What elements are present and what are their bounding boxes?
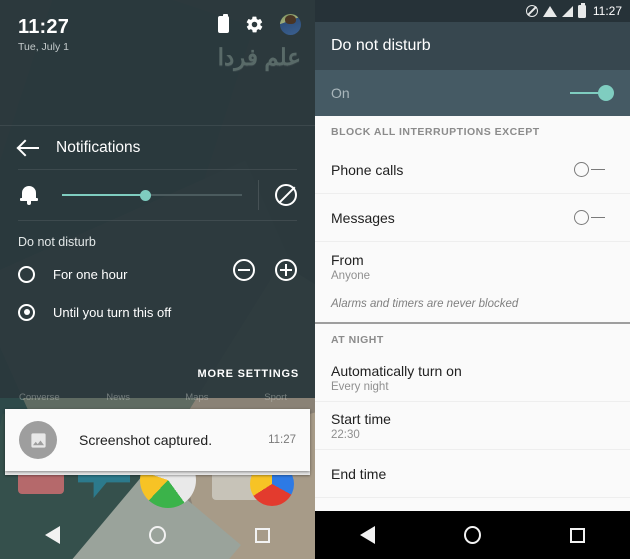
quick-settings-icons (218, 14, 301, 35)
left-navigation-bar (0, 511, 315, 559)
row-subtitle: 22:30 (331, 428, 360, 441)
quick-settings-header: 11:27 Tue, July 1 علم فردا (0, 0, 315, 125)
row-subtitle: Anyone (331, 270, 371, 282)
row-automatically-turn-on[interactable]: Automatically turn on Every night (315, 354, 630, 402)
gear-icon[interactable] (245, 15, 264, 34)
master-toggle-row[interactable]: On (315, 70, 630, 116)
home-nav-icon[interactable] (463, 526, 481, 544)
row-title: Start time (331, 410, 391, 427)
messages-switch[interactable] (574, 210, 614, 225)
row-title: Phone calls (331, 161, 404, 178)
volume-row (0, 170, 315, 220)
phone-calls-switch[interactable] (574, 162, 614, 177)
bell-icon (18, 184, 40, 206)
minus-icon[interactable] (233, 259, 255, 281)
recents-nav-icon[interactable] (255, 527, 271, 543)
section-header-at-night: AT NIGHT (315, 322, 630, 354)
master-toggle-label: On (331, 85, 350, 101)
alarms-note: Alarms and timers are never blocked (331, 298, 519, 310)
option-label: Until you turn this off (53, 304, 172, 320)
back-nav-icon[interactable] (44, 526, 60, 544)
left-phone-panel: Always "One Size Fits All" With Converse… (0, 0, 315, 559)
row-title: End time (331, 465, 387, 482)
status-bar-time: 11:27 (592, 4, 622, 18)
notification-shade: 11:27 Tue, July 1 علم فردا Notifications (0, 0, 315, 398)
row-start-time[interactable]: Start time 22:30 (315, 402, 630, 450)
more-settings-button[interactable]: MORE SETTINGS (198, 368, 299, 380)
plus-icon[interactable] (275, 259, 297, 281)
notifications-header: Notifications (0, 125, 315, 169)
status-bar: 11:27 (315, 0, 630, 22)
page-title: Notifications (56, 138, 141, 156)
back-arrow-icon[interactable] (18, 137, 40, 159)
duration-stepper (233, 259, 297, 281)
do-not-disturb-icon (525, 5, 538, 17)
row-title: Automatically turn on (331, 362, 462, 379)
watermark: علم فردا (217, 44, 301, 70)
screenshot-notification-toast[interactable]: Screenshot captured. 11:27 (5, 409, 310, 471)
recents-nav-icon[interactable] (570, 527, 586, 543)
master-toggle-switch[interactable] (570, 85, 614, 101)
option-label: For one hour (53, 266, 128, 282)
notification-stack-edge (5, 471, 310, 475)
row-title: From (331, 252, 364, 268)
row-end-time[interactable]: End time (315, 450, 630, 498)
right-phone-panel: 11:27 Do not disturb On BLOCK ALL INTERR… (315, 0, 630, 559)
row-phone-calls[interactable]: Phone calls (315, 146, 630, 194)
dnd-section-label: Do not disturb (18, 235, 96, 249)
toast-message: Screenshot captured. (79, 432, 213, 448)
radio-button[interactable] (18, 303, 35, 321)
app-header: Do not disturb (315, 22, 630, 70)
dnd-option-until-turned-off[interactable]: Until you turn this off (0, 293, 315, 331)
image-icon (19, 421, 57, 459)
radio-button[interactable] (18, 265, 35, 283)
slider-thumb[interactable] (139, 189, 151, 201)
section-header-block-all: BLOCK ALL INTERRUPTIONS EXCEPT (315, 116, 630, 146)
row-title: Messages (331, 209, 395, 226)
page-title: Do not disturb (331, 37, 431, 54)
wifi-icon (542, 5, 557, 17)
do-not-disturb-icon[interactable] (275, 184, 297, 206)
home-nav-icon[interactable] (148, 526, 166, 544)
row-subtitle: Every night (331, 380, 389, 393)
back-nav-icon[interactable] (359, 526, 375, 544)
row-from[interactable]: From Anyone (315, 242, 630, 290)
volume-slider[interactable] (62, 185, 242, 205)
row-messages[interactable]: Messages (315, 194, 630, 242)
battery-icon[interactable] (218, 14, 229, 33)
signal-icon (561, 5, 573, 17)
screenshot-root: Always "One Size Fits All" With Converse… (0, 0, 630, 559)
right-navigation-bar (315, 511, 630, 559)
avatar[interactable] (280, 14, 301, 35)
dnd-option-for-one-hour[interactable]: For one hour (0, 255, 315, 293)
toast-timestamp: 11:27 (268, 434, 296, 446)
battery-icon (577, 2, 586, 18)
